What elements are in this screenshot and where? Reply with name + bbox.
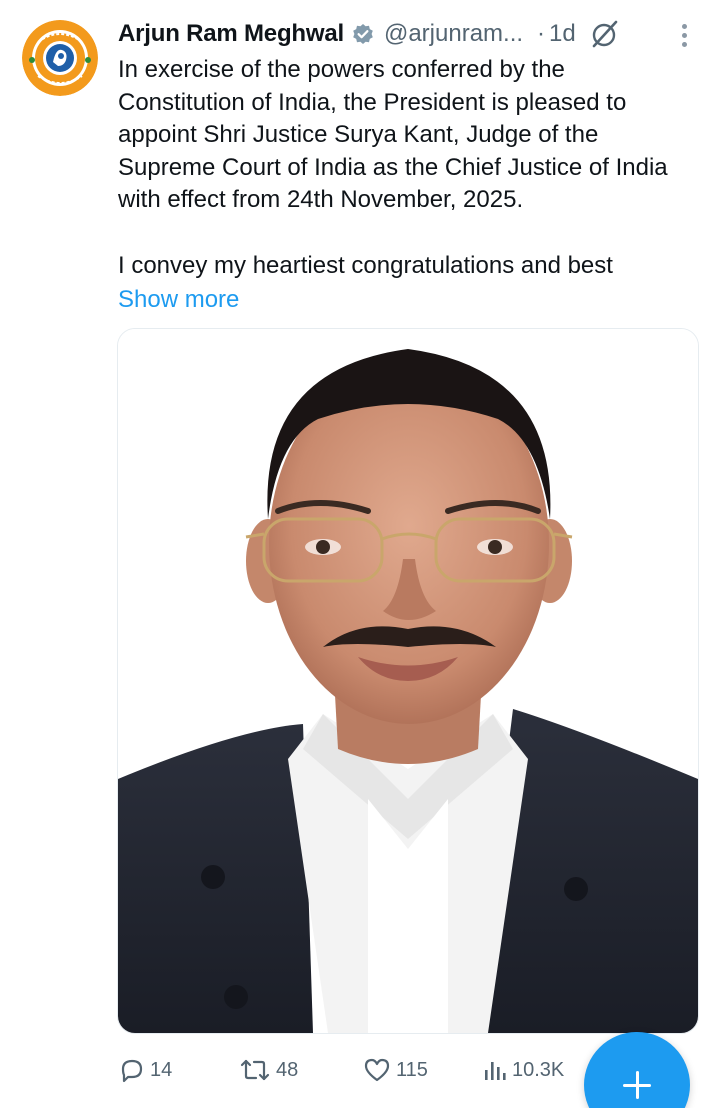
grok-icon[interactable]	[590, 19, 620, 49]
repost-button[interactable]: 48	[238, 1050, 298, 1090]
more-vertical-icon[interactable]	[674, 20, 694, 50]
party-logo-icon	[22, 20, 98, 96]
views-icon	[485, 1062, 506, 1080]
repost-icon	[240, 1059, 270, 1081]
tweet-text: In exercise of the powers conferred by t…	[118, 54, 698, 282]
tweet-page: Arjun Ram Meghwal @arjunram... · 1d In e…	[0, 0, 720, 1108]
like-count: 115	[396, 1058, 428, 1081]
tweet-paragraph: In exercise of the powers conferred by t…	[118, 56, 668, 214]
tweet-paragraph: I convey my heartiest congratulations an…	[118, 251, 613, 279]
like-button[interactable]: 115	[362, 1050, 428, 1090]
separator-dot: ·	[537, 20, 546, 47]
views-count: 10.3K	[512, 1058, 565, 1081]
tweet-media-image[interactable]	[117, 328, 699, 1034]
reply-count: 14	[150, 1058, 173, 1081]
tweet-time[interactable]: 1d	[549, 20, 576, 48]
show-more-link[interactable]: Show more	[118, 284, 239, 316]
tweet-actions: 14 48 115 10.3K	[118, 1050, 598, 1090]
tweet-header: Arjun Ram Meghwal @arjunram... · 1d	[118, 14, 706, 54]
compose-fab-button[interactable]	[584, 1032, 690, 1108]
reply-button[interactable]: 14	[118, 1050, 172, 1090]
verified-badge-icon[interactable]	[352, 23, 374, 45]
views-button[interactable]: 10.3K	[482, 1050, 564, 1090]
author-name[interactable]: Arjun Ram Meghwal	[118, 20, 344, 48]
reply-icon	[121, 1059, 143, 1083]
heart-icon	[364, 1058, 390, 1082]
portrait-photo	[118, 329, 698, 1033]
author-handle[interactable]: @arjunram...	[384, 20, 523, 48]
repost-count: 48	[276, 1058, 299, 1081]
avatar[interactable]	[22, 20, 98, 96]
